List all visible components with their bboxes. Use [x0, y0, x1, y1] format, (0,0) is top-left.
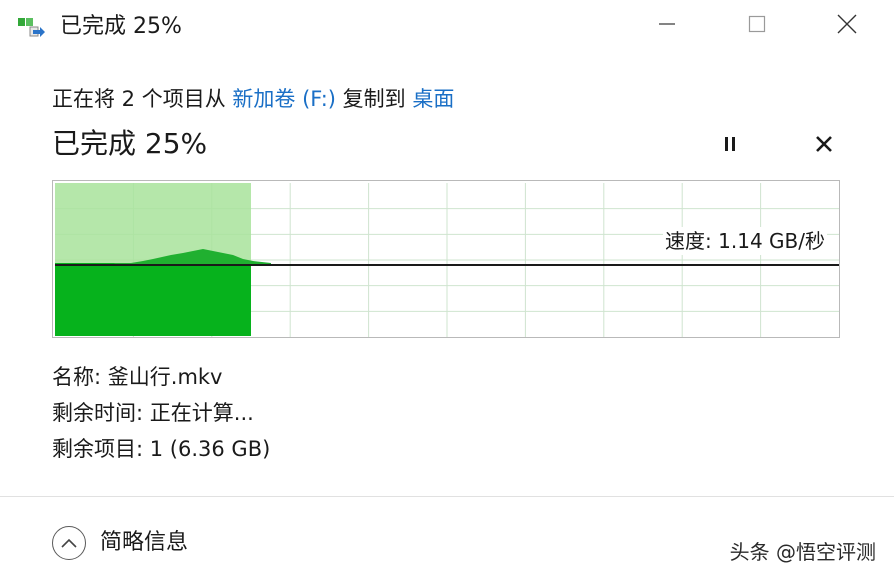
pause-icon: [721, 135, 739, 157]
copy-middle: 复制到: [335, 87, 413, 111]
time-label: 剩余时间:: [52, 401, 150, 425]
copy-prefix: 正在将 2 个项目从: [52, 87, 233, 111]
pause-button[interactable]: [712, 128, 748, 164]
name-value: 釜山行.mkv: [107, 365, 223, 389]
less-details-label: 简略信息: [100, 530, 189, 555]
copy-description: 正在将 2 个项目从 新加卷 (F:) 复制到 桌面: [52, 84, 454, 114]
name-label: 名称:: [52, 365, 108, 389]
detail-file-name: 名称: 釜山行.mkv: [52, 362, 223, 392]
cancel-icon: [815, 135, 833, 157]
time-value: 正在计算...: [149, 401, 254, 425]
cancel-button[interactable]: [806, 128, 842, 164]
detail-time-remaining: 剩余时间: 正在计算...: [52, 398, 254, 428]
chevron-up-icon: [52, 526, 86, 560]
destination-link[interactable]: 桌面: [412, 87, 454, 111]
speed-graph: 速度: 1.14 GB/秒: [52, 180, 840, 338]
close-button[interactable]: [802, 0, 892, 52]
items-value: 1 (6.36 GB): [149, 437, 271, 461]
progress-fill-dark: [55, 263, 251, 336]
detail-items-remaining: 剩余项目: 1 (6.36 GB): [52, 434, 270, 464]
progress-percent: 已完成 25%: [52, 127, 208, 160]
title-bar: 已完成 25%: [0, 0, 894, 56]
minimize-icon: [657, 14, 677, 38]
items-label: 剩余项目:: [52, 437, 150, 461]
source-link[interactable]: 新加卷 (F:): [232, 87, 336, 111]
window-title: 已完成 25%: [60, 14, 182, 39]
progress-fill-light: [55, 183, 251, 263]
file-copy-icon: [18, 18, 46, 40]
close-icon: [836, 13, 858, 39]
speed-graph-canvas: [55, 183, 839, 337]
less-details-button[interactable]: 简略信息: [52, 524, 188, 562]
maximize-icon: [747, 14, 767, 38]
maximize-button[interactable]: [712, 0, 802, 52]
minimize-button[interactable]: [622, 0, 712, 52]
watermark-text: 头条 @悟空评测: [729, 540, 876, 564]
speed-label: 速度: 1.14 GB/秒: [663, 227, 827, 255]
